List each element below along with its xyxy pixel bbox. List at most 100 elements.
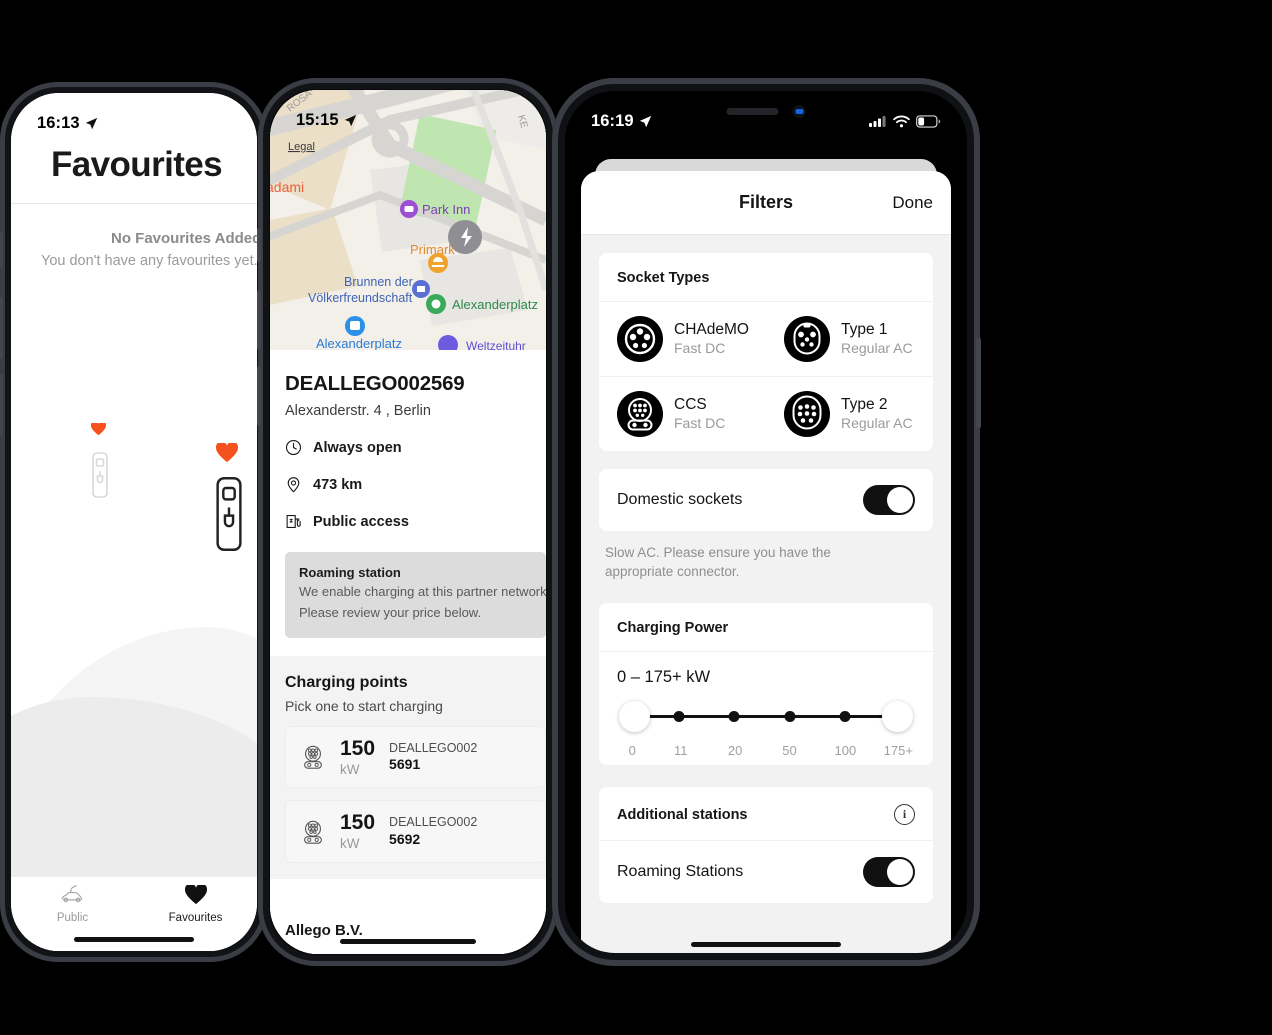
mute-switch[interactable] [257, 228, 261, 262]
charging-power-header-label: Charging Power [617, 620, 729, 637]
tab-public-label: Public [56, 912, 89, 924]
status-time-group: 16:19 [591, 112, 652, 131]
slider-stop-11[interactable] [673, 711, 685, 723]
slider-handle-min[interactable] [619, 701, 650, 733]
volume-up-button[interactable] [0, 297, 3, 359]
hill-front [11, 697, 257, 877]
fact-always-open-label: Always open [313, 439, 402, 456]
tab-favourites[interactable]: Favourites [134, 885, 257, 924]
phone-screen: ROSA Legal adami Park Inn Primark Brunne… [270, 90, 546, 954]
slider-stop-50[interactable] [784, 711, 796, 723]
phone-favourites: 16:13 Favourites No Favourites Added You… [0, 82, 268, 962]
map-label-other: Weltzeituhr [466, 339, 526, 350]
charging-station-large-icon [216, 477, 242, 551]
map-label-parkinn: Park Inn [422, 202, 470, 217]
socket-types-header-label: Socket Types [617, 270, 710, 286]
roaming-stations-label: Roaming Stations [617, 863, 744, 881]
station-detail-sheet: DEALLEGO002569 Alexanderstr. 4 , Berlin … [270, 350, 546, 954]
battery-low-icon [916, 114, 941, 128]
volume-up-button[interactable] [257, 290, 261, 350]
charging-point-id-suffix: 5692 [389, 830, 421, 847]
socket-option-type2[interactable]: Type 2 Regular AC [766, 376, 933, 451]
status-bar: 15:15 [270, 90, 546, 136]
charging-power-slider[interactable]: 0 11 20 50 100 175+ [619, 701, 913, 765]
slider-tick-label: 100 [834, 743, 857, 759]
done-button[interactable]: Done [892, 193, 933, 213]
map-label-brunnen-2: Völkerfreundschaft [308, 291, 413, 305]
socket-option-chademo[interactable]: CHAdeMO Fast DC [599, 302, 766, 376]
status-right [869, 114, 941, 128]
domestic-sockets-hint-line1: Slow AC. Please ensure you have the [605, 545, 831, 560]
charging-point-id: DEALLEGO002 5692 [389, 815, 477, 848]
socket-option-name: Type 1 [841, 321, 888, 339]
map-label-adami: adami [270, 179, 304, 195]
operator-name: Allego B.V. [285, 921, 363, 939]
tab-public[interactable]: Public [11, 885, 134, 924]
charging-points-section: Charging points Pick one to start chargi… [270, 655, 546, 879]
map-pin-icon [287, 477, 300, 493]
slider-handle-max[interactable] [882, 701, 913, 733]
socket-option-ccs[interactable]: CCS Fast DC [599, 376, 766, 451]
socket-option-sub: Regular AC [841, 339, 913, 356]
charging-power-card: Charging Power 0 – 175+ kW 0 11 20 50 10… [599, 603, 933, 766]
ccs-socket-icon [617, 391, 663, 437]
map-view[interactable]: ROSA Legal adami Park Inn Primark Brunne… [270, 90, 546, 350]
status-time: 16:19 [591, 111, 634, 130]
status-time-group: 16:13 [37, 114, 98, 133]
map-label-alexanderplatz-2: Alexanderplatz [316, 336, 402, 350]
slider-tick-label: 11 [673, 743, 688, 759]
charging-point-power-value: 150 [340, 811, 376, 835]
map-label-alexanderplatz-1: Alexanderplatz [452, 297, 538, 312]
domestic-sockets-hint-line2: appropriate connector. [605, 564, 740, 580]
slider-tick-label: 50 [782, 743, 797, 759]
power-button[interactable] [976, 338, 981, 428]
location-arrow-icon [344, 114, 356, 126]
socket-option-sub: Fast DC [674, 414, 726, 431]
location-arrow-icon [639, 115, 651, 127]
dynamic-island [726, 105, 806, 118]
socket-option-name: CCS [674, 396, 707, 414]
domestic-sockets-label: Domestic sockets [617, 491, 743, 508]
location-arrow-icon [85, 117, 97, 129]
roaming-stations-row[interactable]: Roaming Stations [599, 841, 933, 903]
roaming-notice-line1: We enable charging at this partner netwo… [299, 584, 546, 599]
mute-switch[interactable] [0, 232, 3, 268]
volume-down-button[interactable] [257, 366, 261, 426]
station-name: DEALLEGO002569 [285, 372, 465, 395]
status-time: 16:13 [37, 113, 80, 132]
phone-screen: 16:13 Favourites No Favourites Added You… [11, 93, 257, 951]
charging-point-row[interactable]: 150 kW DEALLEGO002 5691 [285, 725, 546, 789]
fact-always-open: Always open [270, 439, 546, 456]
socket-option-label: Type 1 Regular AC [841, 320, 913, 358]
volume-down-button[interactable] [0, 374, 3, 436]
home-indicator[interactable] [691, 942, 841, 947]
clock-icon [285, 439, 302, 456]
slider-tick-label: 175+ [883, 743, 913, 759]
domestic-sockets-toggle[interactable] [863, 485, 915, 515]
slider-stop-100[interactable] [839, 711, 851, 723]
charging-power-value: 0 – 175+ kW [617, 668, 711, 687]
phone-station-detail: ROSA Legal adami Park Inn Primark Brunne… [257, 78, 558, 966]
charging-point-power-unit: kW [340, 836, 360, 852]
empty-state-body: You don't have any favourites yet. Tap t… [41, 253, 257, 269]
empty-state-heading: No Favourites Added [111, 230, 257, 247]
heart-marker-icon-large [216, 443, 238, 463]
additional-stations-header: Additional stations i [599, 787, 933, 842]
socket-option-name: Type 2 [841, 396, 888, 414]
slider-stop-20[interactable] [728, 711, 740, 723]
domestic-sockets-row[interactable]: Domestic sockets [599, 469, 933, 531]
socket-types-grid: CHAdeMO Fast DC Type 1 Regular AC CCS Fa… [599, 302, 933, 451]
roaming-notice-line2: Please review your price below. [299, 605, 482, 621]
fact-distance: 473 km [270, 476, 546, 493]
home-indicator[interactable] [74, 937, 194, 942]
empty-state: No Favourites Added You don't have any f… [11, 204, 257, 272]
additional-stations-header-label: Additional stations [617, 806, 748, 823]
info-icon[interactable]: i [894, 804, 915, 826]
roaming-stations-toggle[interactable] [863, 857, 915, 888]
charging-point-row[interactable]: 150 kW DEALLEGO002 5692 [285, 800, 546, 863]
roaming-notice-title: Roaming station [299, 565, 401, 580]
socket-option-label: CCS Fast DC [674, 395, 725, 433]
home-indicator[interactable] [340, 939, 476, 944]
socket-option-name: CHAdeMO [674, 321, 749, 339]
socket-option-type1[interactable]: Type 1 Regular AC [766, 302, 933, 376]
